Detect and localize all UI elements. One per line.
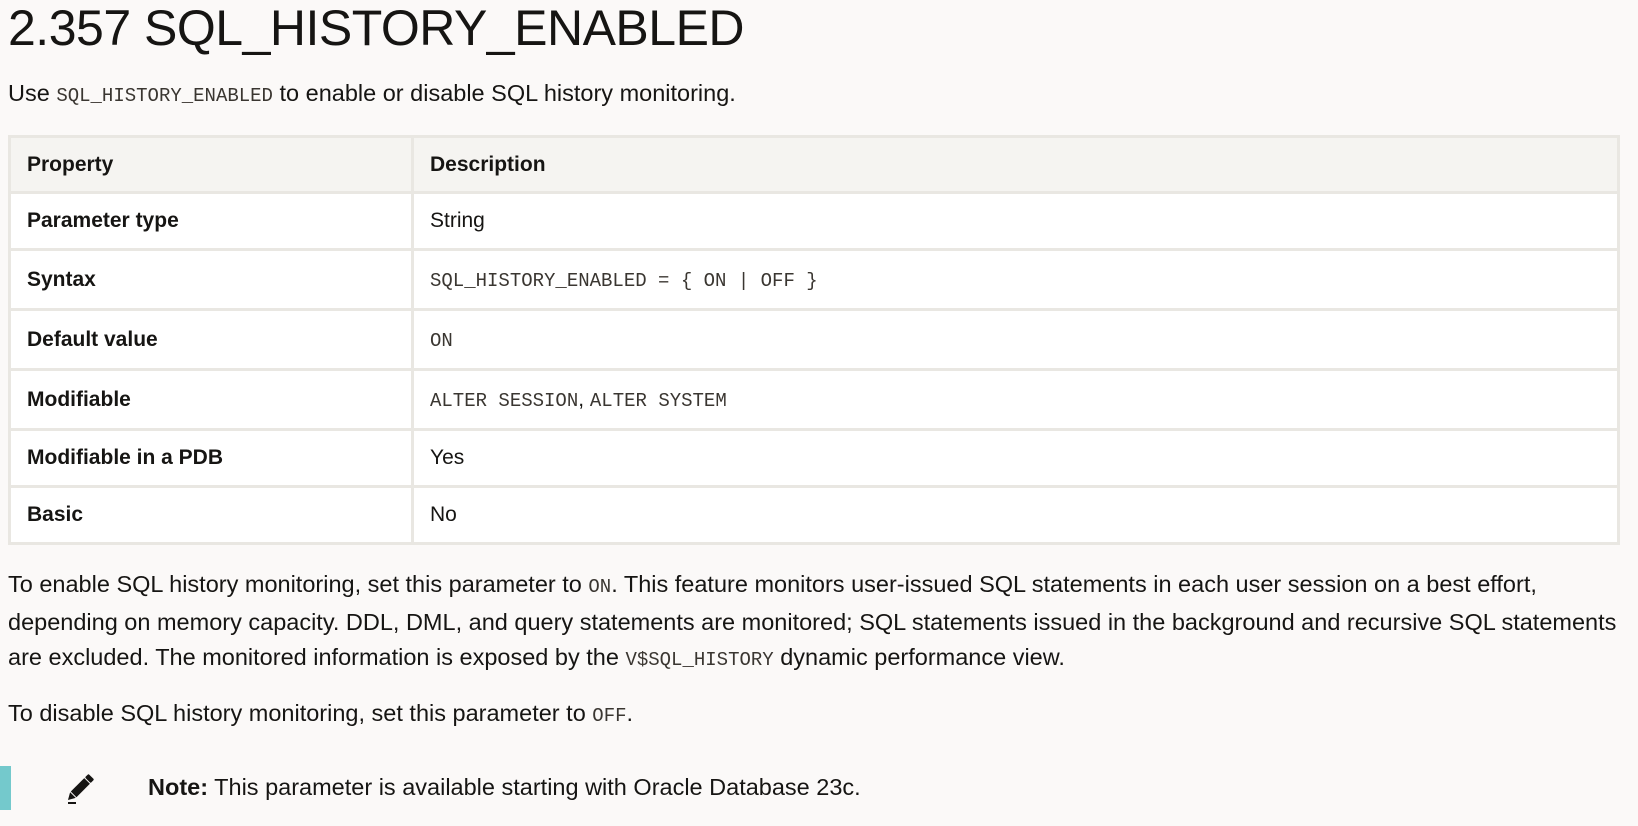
table-row: Parameter type String <box>8 191 1620 251</box>
table-header-row: Property Description <box>8 135 1620 194</box>
document-page: 2.357 SQL_HISTORY_ENABLED Use SQL_HISTOR… <box>8 0 1622 731</box>
enable-text-1: To enable SQL history monitoring, set th… <box>8 571 589 597</box>
table-row: Syntax SQL_HISTORY_ENABLED = { ON | OFF … <box>8 248 1620 311</box>
note-body: This parameter is available starting wit… <box>208 774 861 800</box>
row-property-default-value: Default value <box>8 308 414 371</box>
view-name-code: V$SQL_HISTORY <box>625 649 774 671</box>
modifiable-separator: , <box>578 387 590 411</box>
row-value-modifiable: ALTER SESSION, ALTER SYSTEM <box>411 368 1620 431</box>
default-value-code: ON <box>430 329 453 352</box>
row-value-basic: No <box>411 485 1620 545</box>
row-property-syntax: Syntax <box>8 248 414 311</box>
syntax-code: SQL_HISTORY_ENABLED = { ON | OFF } <box>430 269 818 292</box>
intro-text-after: to enable or disable SQL history monitor… <box>272 80 736 106</box>
row-value-modifiable-in-pdb: Yes <box>411 428 1620 488</box>
row-property-parameter-type: Parameter type <box>8 191 414 251</box>
row-value-default-value: ON <box>411 308 1620 371</box>
row-property-basic: Basic <box>8 485 414 545</box>
row-property-modifiable: Modifiable <box>8 368 414 431</box>
enable-paragraph: To enable SQL history monitoring, set th… <box>8 567 1622 678</box>
properties-table: Property Description Parameter type Stri… <box>8 135 1620 545</box>
modifiable-code-system: ALTER SYSTEM <box>589 389 727 412</box>
disable-off-code: OFF <box>592 705 627 727</box>
enable-text-3: dynamic performance view. <box>773 644 1065 670</box>
note-accent-bar <box>0 766 11 810</box>
note-label: Note: <box>148 774 209 800</box>
intro-text-before: Use <box>8 80 57 106</box>
note-text: Note: This parameter is available starti… <box>148 770 861 804</box>
enable-on-code: ON <box>588 576 612 598</box>
header-description: Description <box>411 135 1620 194</box>
row-property-modifiable-in-pdb: Modifiable in a PDB <box>8 428 414 488</box>
intro-paragraph: Use SQL_HISTORY_ENABLED to enable or dis… <box>8 78 1622 111</box>
disable-text-2: . <box>626 700 634 726</box>
row-value-parameter-type: String <box>411 191 1620 251</box>
note-callout: Note: This parameter is available starti… <box>0 766 1000 810</box>
row-value-syntax: SQL_HISTORY_ENABLED = { ON | OFF } <box>411 248 1620 311</box>
table-row: Basic No <box>8 485 1620 545</box>
disable-paragraph: To disable SQL history monitoring, set t… <box>8 698 1622 731</box>
pencil-icon <box>62 770 98 806</box>
header-property: Property <box>8 135 414 194</box>
disable-text-1: To disable SQL history monitoring, set t… <box>8 700 593 726</box>
table-row: Modifiable ALTER SESSION, ALTER SYSTEM <box>8 368 1620 431</box>
page-title: 2.357 SQL_HISTORY_ENABLED <box>8 0 745 56</box>
table-row: Modifiable in a PDB Yes <box>8 428 1620 488</box>
intro-parameter-code: SQL_HISTORY_ENABLED <box>56 85 273 107</box>
table-row: Default value ON <box>8 308 1620 371</box>
modifiable-code-session: ALTER SESSION <box>430 389 579 412</box>
